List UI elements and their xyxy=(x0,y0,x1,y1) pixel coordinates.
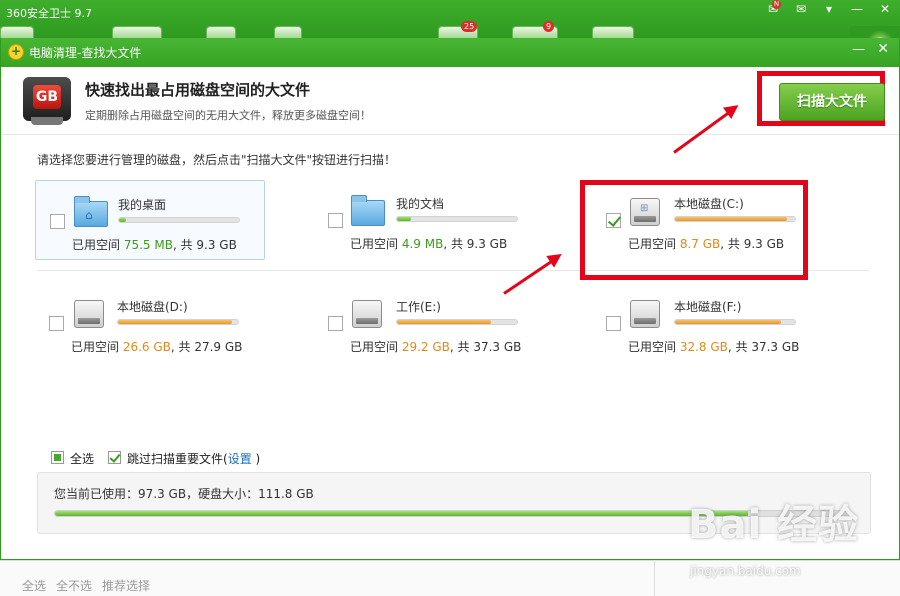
usage-used: 32.8 GB xyxy=(679,340,728,354)
tile-badge: 9 xyxy=(543,21,555,32)
drive-usage-fill xyxy=(397,320,491,324)
usage-prefix: 已用空间 xyxy=(71,340,123,354)
desktop-folder-icon: ⌂ xyxy=(74,196,108,227)
app-window-controls: ✉ N ✉ ▾ — ✕ xyxy=(766,0,892,16)
drive-usage-bar xyxy=(674,319,796,325)
dialog-title: 电脑清理-查找大文件 xyxy=(29,46,142,60)
drive-name: 工作(E:) xyxy=(396,300,441,314)
usage-used: 4.9 MB xyxy=(401,237,444,251)
drive-name: 我的桌面 xyxy=(118,198,167,212)
dialog-header: GB 快速找出最占用磁盘空间的大文件 定期删除占用磁盘空间的无用大文件，释放更多… xyxy=(1,67,899,135)
header-title: 快速找出最占用磁盘空间的大文件 xyxy=(85,81,311,99)
drive-usage-fill xyxy=(397,217,412,221)
drive-usage-fill xyxy=(118,320,232,324)
select-all-checkbox[interactable] xyxy=(51,451,64,464)
dialog-close-icon[interactable]: ✕ xyxy=(877,41,889,57)
plus-logo-icon: + xyxy=(8,44,24,60)
drive-usage-text: 已用空间 26.6 GB, 共 27.9 GB xyxy=(71,338,242,355)
usage-used: 26.6 GB xyxy=(122,340,171,354)
disk-icon xyxy=(629,298,663,328)
app-toolbar-tiles: 25 9 xyxy=(0,21,700,40)
gb-icon-foot xyxy=(31,117,63,125)
usage-used: 75.5 MB xyxy=(123,238,173,252)
drive-d[interactable]: 本地磁盘(D:) 已用空间 26.6 GB, 共 27.9 GB xyxy=(35,286,265,366)
close-icon[interactable]: ✕ xyxy=(878,2,892,16)
select-all-label: 全选 xyxy=(70,452,95,466)
bg-select-all-link[interactable]: 全选 xyxy=(22,577,46,594)
drive-documents[interactable]: 我的文档 已用空间 4.9 MB, 共 9.3 GB xyxy=(313,180,543,260)
find-large-files-dialog: + 电脑清理-查找大文件 — ✕ GB 快速找出最占用磁盘空间的大文件 定期删除… xyxy=(0,38,900,560)
drive-c-highlight xyxy=(580,180,808,280)
baidu-watermark: Bai 经验 xyxy=(688,502,860,548)
drive-f[interactable]: 本地磁盘(F:) 已用空间 32.8 GB, 共 37.3 GB xyxy=(591,286,821,366)
instruction-text: 请选择您要进行管理的磁盘，然后点击"扫描大文件"按钮进行扫描！ xyxy=(37,153,397,167)
skip-important-label: 跳过扫描重要文件(设置 ) xyxy=(127,450,260,467)
usage-used: 29.2 GB xyxy=(401,340,450,354)
drive-checkbox[interactable] xyxy=(50,214,65,229)
notification-icon[interactable]: ✉ N xyxy=(766,0,781,16)
gb-disk-icon: GB xyxy=(23,77,71,127)
usage-total: , 共 37.3 GB xyxy=(449,340,522,354)
tile-badge: 25 xyxy=(461,21,478,32)
drive-usage-text: 已用空间 75.5 MB, 共 9.3 GB xyxy=(72,236,237,253)
dialog-minimize-icon[interactable]: — xyxy=(852,42,865,57)
drive-checkbox[interactable] xyxy=(328,213,343,228)
usage-total: , 共 9.3 GB xyxy=(172,238,237,252)
usage-prefix: 已用空间 xyxy=(350,340,402,354)
feedback-icon[interactable]: ✉ xyxy=(794,2,808,16)
skip-label-text: 跳过扫描重要文件( xyxy=(127,452,228,466)
usage-prefix: 已用空间 xyxy=(628,340,680,354)
drive-checkbox[interactable] xyxy=(606,316,621,331)
settings-link[interactable]: 设置 xyxy=(228,452,252,466)
drive-usage-fill xyxy=(675,320,781,324)
drive-name: 本地磁盘(F:) xyxy=(674,300,742,314)
app-title-bar: 360安全卫士 9.7 25 9 ✉ N ✉ ▾ — ✕ xyxy=(0,0,900,40)
disk-icon xyxy=(73,298,107,328)
background-divider xyxy=(654,561,655,596)
drive-usage-bar xyxy=(396,319,518,325)
drive-usage-bar xyxy=(117,319,239,325)
drive-usage-fill xyxy=(119,218,127,222)
scan-large-files-button[interactable]: 扫描大文件 xyxy=(779,83,885,121)
disk-usage-text: 您当前已使用：97.3 GB，硬盘大小：111.8 GB xyxy=(54,487,314,501)
drive-usage-text: 已用空间 32.8 GB, 共 37.3 GB xyxy=(628,338,799,355)
drive-usage-bar xyxy=(118,217,240,223)
menu-icon[interactable]: ▾ xyxy=(822,2,836,16)
drive-usage-text: 已用空间 4.9 MB, 共 9.3 GB xyxy=(350,235,507,252)
drive-name: 我的文档 xyxy=(396,197,445,211)
drive-e[interactable]: 工作(E:) 已用空间 29.2 GB, 共 37.3 GB xyxy=(313,286,543,366)
usage-prefix: 已用空间 xyxy=(72,238,124,252)
drive-checkbox[interactable] xyxy=(49,316,64,331)
skip-important-checkbox[interactable] xyxy=(108,451,121,464)
gb-icon-label: GB xyxy=(33,85,61,109)
dialog-title-bar: + 电脑清理-查找大文件 — ✕ xyxy=(1,38,899,67)
skip-label-close: ) xyxy=(251,452,261,466)
bg-recommend-link[interactable]: 推荐选择 xyxy=(102,577,150,594)
drive-usage-bar xyxy=(396,216,518,222)
usage-prefix: 已用空间 xyxy=(350,237,402,251)
drive-checkbox[interactable] xyxy=(328,316,343,331)
header-subtitle: 定期删除占用磁盘空间的无用大文件，释放更多磁盘空间！ xyxy=(85,109,371,122)
drive-usage-text: 已用空间 29.2 GB, 共 37.3 GB xyxy=(350,338,521,355)
disk-icon xyxy=(351,298,385,328)
usage-total: , 共 27.9 GB xyxy=(170,340,243,354)
usage-total: , 共 37.3 GB xyxy=(727,340,800,354)
notify-count: N xyxy=(772,0,781,9)
baidu-watermark-url: jingyan.baidu.com xyxy=(690,564,801,578)
disk-usage-fill xyxy=(55,511,748,516)
drive-desktop[interactable]: ⌂ 我的桌面 已用空间 75.5 MB, 共 9.3 GB xyxy=(35,180,265,260)
bg-select-none-link[interactable]: 全不选 xyxy=(56,577,92,594)
minimize-icon[interactable]: — xyxy=(850,2,864,16)
drive-name: 本地磁盘(D:) xyxy=(117,300,188,314)
documents-folder-icon xyxy=(351,195,385,226)
app-title: 360安全卫士 9.7 xyxy=(6,7,92,20)
background-selection-links: 全选 全不选 推荐选择 xyxy=(22,577,150,594)
usage-total: , 共 9.3 GB xyxy=(443,237,508,251)
